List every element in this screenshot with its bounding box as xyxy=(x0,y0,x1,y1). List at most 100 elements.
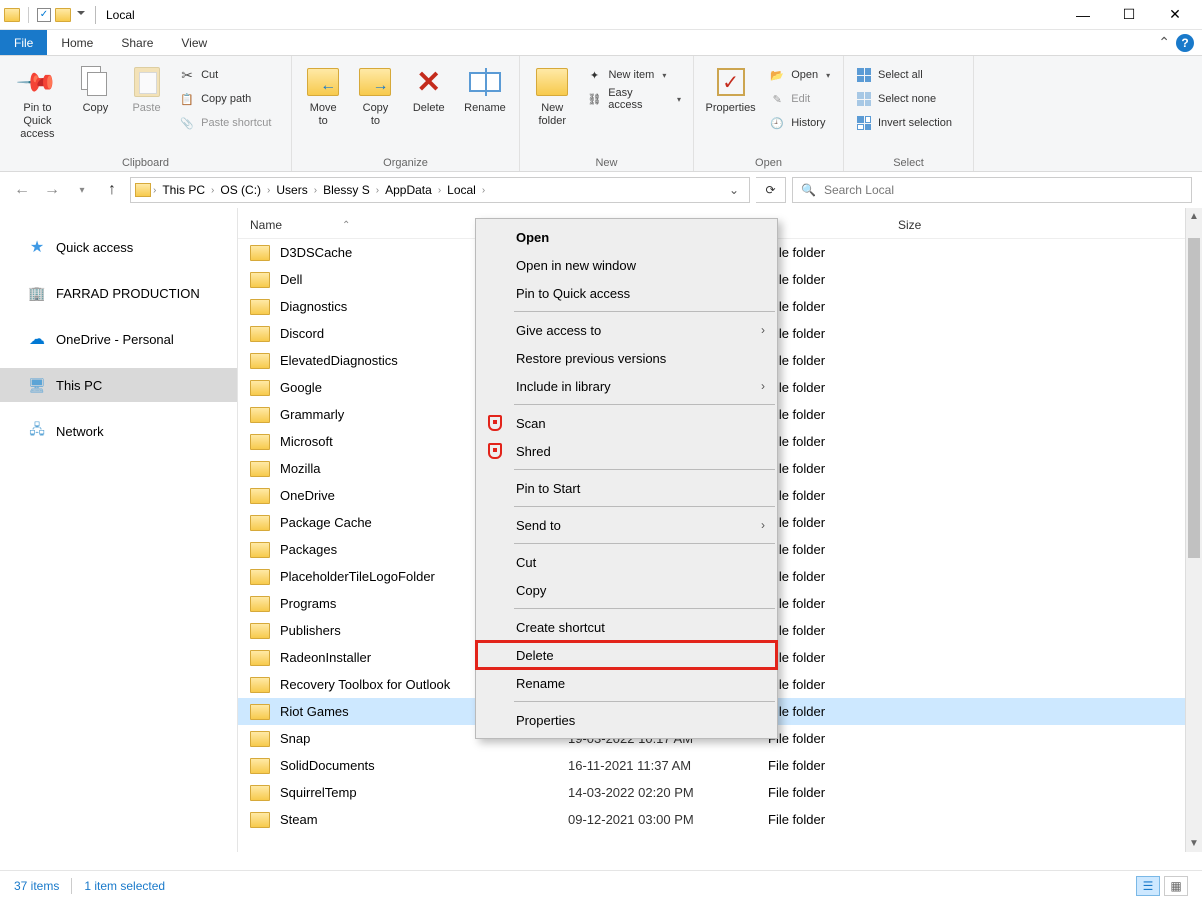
table-row[interactable]: SquirrelTemp14-03-2022 02:20 PMFile fold… xyxy=(238,779,1202,806)
status-item-count: 37 items xyxy=(14,879,59,893)
ctx-delete[interactable]: Delete xyxy=(476,641,777,669)
ctx-rename[interactable]: Rename xyxy=(476,669,777,697)
close-button[interactable]: ✕ xyxy=(1152,0,1198,30)
ctx-restore-versions[interactable]: Restore previous versions xyxy=(476,344,777,372)
qat-newfolder-icon[interactable] xyxy=(55,8,71,22)
ctx-cut[interactable]: Cut xyxy=(476,548,777,576)
scroll-thumb[interactable] xyxy=(1188,238,1200,558)
refresh-button[interactable]: ⟳ xyxy=(756,177,786,203)
shield-icon xyxy=(486,414,504,432)
file-type: File folder xyxy=(768,353,916,368)
file-type: File folder xyxy=(768,488,916,503)
address-dropdown-icon[interactable]: ⌄ xyxy=(723,183,745,197)
folder-icon xyxy=(250,272,270,288)
breadcrumb[interactable]: AppData xyxy=(381,183,436,197)
cut-button[interactable]: ✂Cut xyxy=(175,64,283,86)
network-icon: 🖧 xyxy=(28,422,46,440)
folder-icon xyxy=(250,299,270,315)
details-view-button[interactable]: ☰ xyxy=(1136,876,1160,896)
up-button[interactable]: ↑ xyxy=(100,178,124,202)
ctx-include-library[interactable]: Include in library› xyxy=(476,372,777,400)
chevron-right-icon: › xyxy=(761,379,765,393)
ctx-properties[interactable]: Properties xyxy=(476,706,777,734)
ctx-shred[interactable]: Shred xyxy=(476,437,777,465)
address-bar[interactable]: › This PC› OS (C:)› Users› Blessy S› App… xyxy=(130,177,750,203)
breadcrumb[interactable]: This PC xyxy=(158,183,209,197)
breadcrumb[interactable]: OS (C:) xyxy=(216,183,265,197)
thumbnails-view-button[interactable]: ▦ xyxy=(1164,876,1188,896)
back-button[interactable]: ← xyxy=(10,178,34,202)
forward-button[interactable]: → xyxy=(40,178,64,202)
nav-bar: ← → ▾ ↑ › This PC› OS (C:)› Users› Bless… xyxy=(0,172,1202,208)
file-date: 16-11-2021 11:37 AM xyxy=(568,758,768,773)
group-new: New folder ✦New item▾ ⛓Easy access▾ New xyxy=(520,56,694,171)
breadcrumb[interactable]: Users xyxy=(272,183,311,197)
maximize-button[interactable]: ☐ xyxy=(1106,0,1152,30)
sidebar-item-onedrive[interactable]: ☁OneDrive - Personal xyxy=(0,322,237,356)
file-date: 14-03-2022 02:20 PM xyxy=(568,785,768,800)
copy-path-button[interactable]: 📋Copy path xyxy=(175,88,283,110)
help-icon[interactable]: ? xyxy=(1176,34,1194,52)
scroll-up-icon[interactable]: ▲ xyxy=(1186,208,1202,225)
rename-button[interactable]: Rename xyxy=(459,60,511,115)
vertical-scrollbar[interactable]: ▲ ▼ xyxy=(1185,208,1202,852)
ctx-create-shortcut[interactable]: Create shortcut xyxy=(476,613,777,641)
ctx-scan[interactable]: Scan xyxy=(476,409,777,437)
search-box[interactable]: 🔍 Search Local xyxy=(792,177,1192,203)
breadcrumb[interactable]: Local xyxy=(443,183,480,197)
ctx-copy[interactable]: Copy xyxy=(476,576,777,604)
shield-icon xyxy=(486,442,504,460)
paste-button[interactable]: Paste xyxy=(124,60,169,115)
sidebar-item-quick-access[interactable]: ★Quick access xyxy=(0,230,237,264)
tab-view[interactable]: View xyxy=(167,30,221,55)
sidebar-item-network[interactable]: 🖧Network xyxy=(0,414,237,448)
monitor-icon: 🖥 xyxy=(28,376,46,394)
move-to-icon: ← xyxy=(307,68,339,96)
invert-selection-icon xyxy=(856,115,872,131)
ctx-pin-quick-access[interactable]: Pin to Quick access xyxy=(476,279,777,307)
sidebar-item-this-pc[interactable]: 🖥This PC xyxy=(0,368,237,402)
select-all-icon xyxy=(856,67,872,83)
tab-file[interactable]: File xyxy=(0,30,47,55)
invert-selection-button[interactable]: Invert selection xyxy=(852,112,965,134)
tab-share[interactable]: Share xyxy=(107,30,167,55)
ctx-give-access-to[interactable]: Give access to› xyxy=(476,316,777,344)
delete-icon: ✕ xyxy=(416,65,441,100)
tab-home[interactable]: Home xyxy=(47,30,107,55)
select-none-button[interactable]: Select none xyxy=(852,88,965,110)
history-button[interactable]: 🕘History xyxy=(765,112,835,134)
open-button[interactable]: 📂Open▾ xyxy=(765,64,835,86)
ctx-open-new-window[interactable]: Open in new window xyxy=(476,251,777,279)
table-row[interactable]: SolidDocuments16-11-2021 11:37 AMFile fo… xyxy=(238,752,1202,779)
qat-properties-icon[interactable]: ✓ xyxy=(37,8,51,22)
sidebar-item-farrad[interactable]: 🏢FARRAD PRODUCTION xyxy=(0,276,237,310)
pin-to-quick-access-button[interactable]: 📌 Pin to Quick access xyxy=(8,60,67,141)
folder-icon xyxy=(250,434,270,450)
easy-access-button[interactable]: ⛓Easy access▾ xyxy=(582,88,685,110)
qat-dropdown-icon[interactable] xyxy=(77,11,85,19)
delete-button[interactable]: ✕ Delete xyxy=(405,60,453,115)
copy-button[interactable]: Copy xyxy=(73,60,118,115)
new-folder-button[interactable]: New folder xyxy=(528,60,576,128)
file-type: File folder xyxy=(768,434,916,449)
edit-button[interactable]: ✎Edit xyxy=(765,88,835,110)
file-name: Steam xyxy=(280,812,568,827)
scissors-icon: ✂ xyxy=(179,67,195,83)
move-to-button[interactable]: ← Move to xyxy=(300,60,346,128)
table-row[interactable]: Steam09-12-2021 03:00 PMFile folder xyxy=(238,806,1202,833)
paste-shortcut-button[interactable]: 📎Paste shortcut xyxy=(175,112,283,134)
ctx-open[interactable]: Open xyxy=(476,223,777,251)
new-folder-icon xyxy=(536,68,568,96)
new-item-button[interactable]: ✦New item▾ xyxy=(582,64,685,86)
breadcrumb[interactable]: Blessy S xyxy=(319,183,374,197)
copy-to-button[interactable]: → Copy to xyxy=(352,60,398,128)
collapse-ribbon-icon[interactable]: ⌃ xyxy=(1158,34,1170,51)
ctx-pin-start[interactable]: Pin to Start xyxy=(476,474,777,502)
file-type: File folder xyxy=(768,407,916,422)
recent-dropdown[interactable]: ▾ xyxy=(70,178,94,202)
scroll-down-icon[interactable]: ▼ xyxy=(1186,835,1202,852)
minimize-button[interactable]: — xyxy=(1060,0,1106,30)
select-all-button[interactable]: Select all xyxy=(852,64,965,86)
properties-button[interactable]: ✓ Properties xyxy=(702,60,759,115)
ctx-send-to[interactable]: Send to› xyxy=(476,511,777,539)
